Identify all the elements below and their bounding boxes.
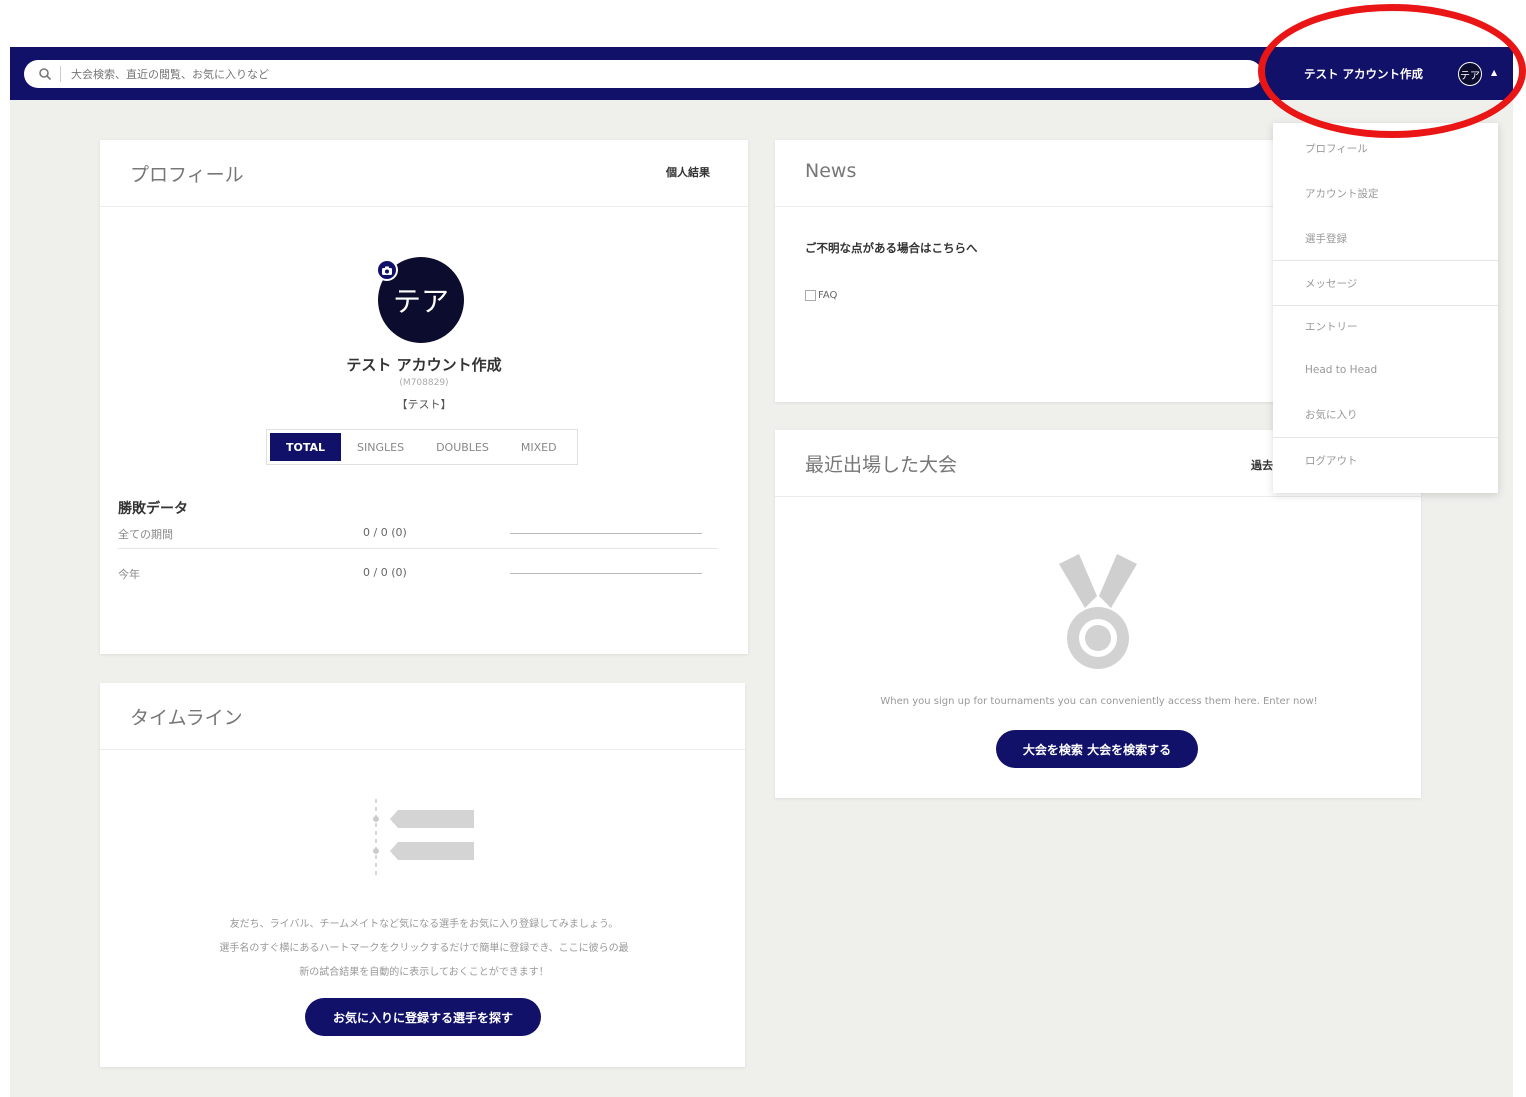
timeline-card: タイムライン 友だち、ライバル、チームメイトなど気になる選手をお気に入り登録して… — [100, 683, 745, 1067]
menu-item-messages[interactable]: メッセージ — [1305, 276, 1357, 291]
search-icon — [39, 68, 52, 81]
faq-image[interactable]: FAQ — [805, 290, 837, 301]
timeline-message-line-2: 選手名のすぐ横にあるハートマークをクリックするだけで簡単に登録でき、ここに彼らの… — [219, 943, 629, 954]
menu-item-profile[interactable]: プロフィール — [1305, 141, 1368, 156]
user-avatar[interactable]: テア — [1458, 62, 1482, 86]
past-tournaments-link[interactable]: 過去 — [1251, 457, 1273, 473]
faq-image-alt: FAQ — [818, 290, 838, 301]
medal-icon — [1059, 554, 1137, 669]
profile-name: テスト アカウント作成 — [346, 356, 502, 374]
menu-item-head-to-head[interactable]: Head to Head — [1305, 364, 1377, 376]
timeline-title: タイムライン — [130, 707, 243, 729]
stat-bar — [510, 573, 702, 574]
broken-image-icon — [805, 290, 816, 301]
stat-row-this-year: 今年 0 / 0 (0) — [118, 558, 718, 588]
menu-divider — [1273, 305, 1498, 306]
tab-doubles[interactable]: DOUBLES — [420, 433, 505, 461]
tab-total[interactable]: TOTAL — [270, 433, 342, 461]
caret-up-icon[interactable]: ▲ — [1491, 68, 1497, 77]
stats-tabs: TOTAL SINGLES DOUBLES MIXED — [266, 429, 578, 465]
menu-item-account-settings[interactable]: アカウント設定 — [1305, 186, 1379, 201]
recent-empty-message: When you sign up for tournaments you can… — [880, 696, 1318, 707]
stat-bar — [510, 533, 702, 534]
timeline-illustration-icon — [373, 799, 474, 879]
stat-label: 今年 — [118, 568, 140, 581]
menu-item-entries[interactable]: エントリー — [1305, 319, 1358, 334]
stat-row-all-time: 全ての期間 0 / 0 (0) — [118, 518, 718, 549]
timeline-message-line-1: 友だち、ライバル、チームメイトなど気になる選手をお気に入り登録してみましょう。 — [229, 919, 619, 930]
menu-item-favorites[interactable]: お気に入り — [1305, 407, 1358, 422]
menu-item-player-registration[interactable]: 選手登録 — [1305, 231, 1347, 246]
news-title: News — [805, 160, 857, 182]
team-name: 【テスト】 — [396, 398, 452, 411]
user-menu-name[interactable]: テスト アカウント作成 — [1304, 66, 1423, 82]
tab-mixed[interactable]: MIXED — [505, 433, 573, 461]
search-bar[interactable] — [24, 60, 1262, 88]
stat-value: 0 / 0 (0) — [363, 526, 407, 539]
search-tournaments-button[interactable]: 大会を検索 大会を検索する — [996, 730, 1198, 768]
user-dropdown-menu: プロフィール アカウント設定 選手登録 メッセージ エントリー Head to … — [1273, 123, 1498, 493]
stat-value: 0 / 0 (0) — [363, 566, 407, 579]
timeline-card-header: タイムライン — [100, 683, 745, 750]
menu-divider — [1273, 437, 1498, 438]
stat-label: 全ての期間 — [118, 528, 173, 541]
personal-results-link[interactable]: 個人結果 — [666, 164, 710, 180]
search-input[interactable] — [69, 66, 1262, 82]
profile-card-header: プロフィール 個人結果 — [100, 140, 748, 207]
profile-card: プロフィール 個人結果 テア テスト アカウント作成 (M708829) 【テス… — [100, 140, 748, 654]
search-divider — [60, 66, 61, 82]
menu-item-logout[interactable]: ログアウト — [1305, 453, 1358, 468]
menu-divider — [1273, 260, 1498, 261]
find-players-button[interactable]: お気に入りに登録する選手を探す — [305, 998, 541, 1036]
tab-singles[interactable]: SINGLES — [341, 433, 420, 461]
timeline-message-line-3: 新の試合結果を自動的に表示しておくことができます！ — [299, 967, 549, 978]
stats-title: 勝敗データ — [118, 501, 188, 517]
profile-title: プロフィール — [130, 164, 244, 186]
member-id: (M708829) — [399, 378, 449, 388]
recent-title: 最近出場した大会 — [805, 454, 958, 476]
camera-icon[interactable] — [376, 259, 398, 281]
news-headline[interactable]: ご不明な点がある場合はこちらへ — [805, 240, 978, 256]
